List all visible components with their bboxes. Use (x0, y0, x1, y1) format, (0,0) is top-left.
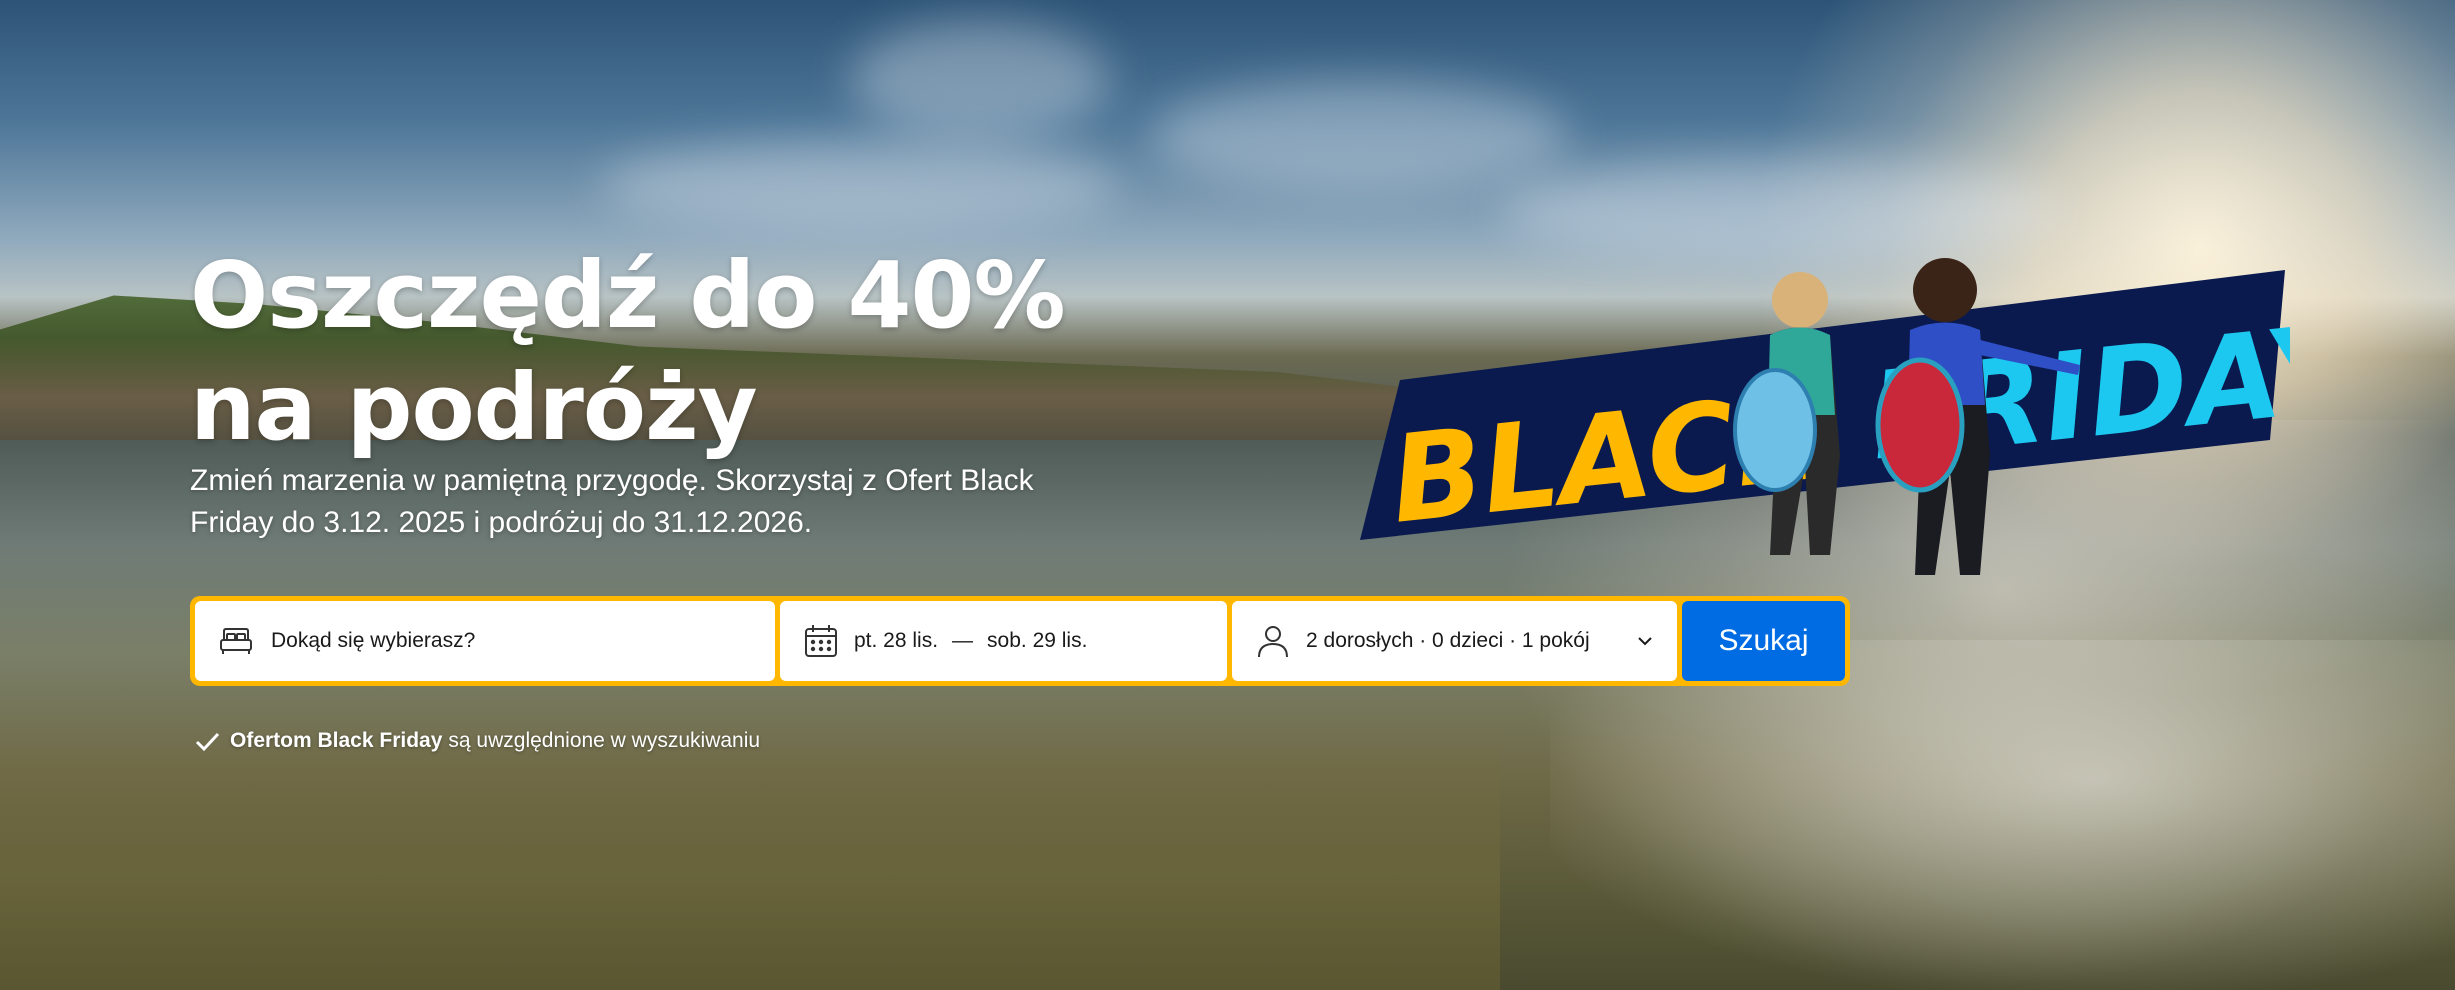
cloud (600, 140, 1120, 230)
black-friday-note: Ofertom Black Friday są uwzględnione w w… (192, 726, 760, 756)
guests-summary: 2 dorosłych · 0 dzieci · 1 pokój (1254, 622, 1590, 660)
cloud (850, 20, 1110, 140)
checkmark-icon (192, 726, 222, 756)
surfers-image (1680, 255, 2100, 595)
search-form: pt. 28 lis. — sob. 29 lis. 2 dorosłych ·… (190, 596, 1850, 686)
page-headline: Oszczędź do 40% na podróży (190, 240, 1066, 464)
hero-section: BLACK FRIDAY Oszczędź do 40% na podróży … (0, 0, 2455, 990)
cloud (1150, 80, 1570, 190)
bed-icon (217, 622, 255, 660)
hero-subtitle: Zmień marzenia w pamiętną przygodę. Skor… (190, 464, 1034, 539)
surf-foam (1550, 640, 2455, 990)
cloud (1500, 160, 2060, 260)
headline-line-2: na podróży (190, 354, 758, 461)
guests-text: 2 dorosłych · 0 dzieci · 1 pokój (1306, 629, 1590, 652)
headline-line-1: Oszczędź do 40% (190, 242, 1066, 349)
checkout-date: sob. 29 lis. (987, 629, 1088, 652)
date-separator: — (952, 629, 974, 652)
shallow-water (0, 720, 1500, 990)
calendar-icon (802, 622, 840, 660)
note-bold: Ofertom Black Friday (230, 729, 443, 752)
person-icon (1254, 622, 1292, 660)
search-button[interactable]: Szukaj (1682, 601, 1845, 681)
destination-input[interactable] (269, 628, 753, 654)
note-text: są uwzględnione w wyszukiwaniu (448, 729, 761, 752)
checkin-date: pt. 28 lis. (854, 629, 939, 652)
dates-field[interactable]: pt. 28 lis. — sob. 29 lis. (780, 601, 1227, 681)
guests-field[interactable]: 2 dorosłych · 0 dzieci · 1 pokój (1232, 601, 1677, 681)
chevron-down-icon[interactable] (1635, 631, 1655, 651)
destination-field[interactable] (195, 601, 775, 681)
